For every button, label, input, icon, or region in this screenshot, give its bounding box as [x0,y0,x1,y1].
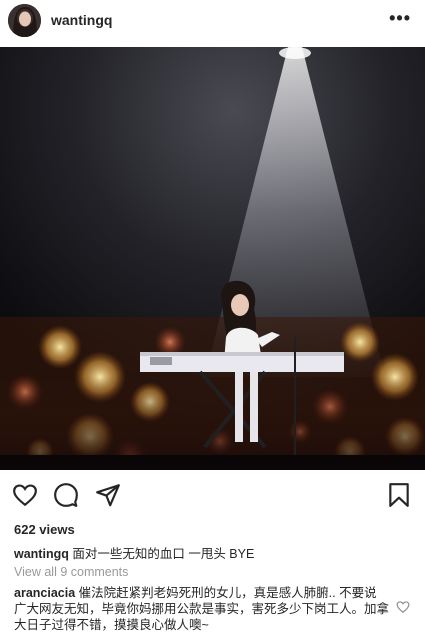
comment-bubble-icon[interactable] [53,482,79,513]
caption-text: 面对一些无知的血口 一甩头 BYE [72,547,255,561]
comment-username[interactable]: aranciacia [14,586,75,600]
heart-icon[interactable] [12,482,38,513]
post-header: wantingq ••• [0,0,425,44]
caption-username[interactable]: wantingq [14,547,69,561]
action-bar [0,482,425,516]
post-caption: wantingq 面对一些无知的血口 一甩头 BYE [14,543,254,562]
heart-outline-icon[interactable] [396,600,410,619]
post-photo[interactable] [0,47,425,470]
avatar[interactable] [8,4,41,37]
share-arrow-icon[interactable] [95,482,121,513]
concert-stage-image [0,47,425,470]
more-dots-icon[interactable]: ••• [389,8,411,29]
bookmark-icon[interactable] [386,482,412,513]
view-all-comments-link[interactable]: View all 9 comments [14,565,128,579]
comment: aranciacia 催法院赶紧判老妈死刑的女儿，真是感人肺腑.. 不要说广大网… [14,585,389,633]
views-count: 622 views [14,522,75,537]
post-username[interactable]: wantingq [51,12,112,28]
avatar-image [8,4,41,37]
